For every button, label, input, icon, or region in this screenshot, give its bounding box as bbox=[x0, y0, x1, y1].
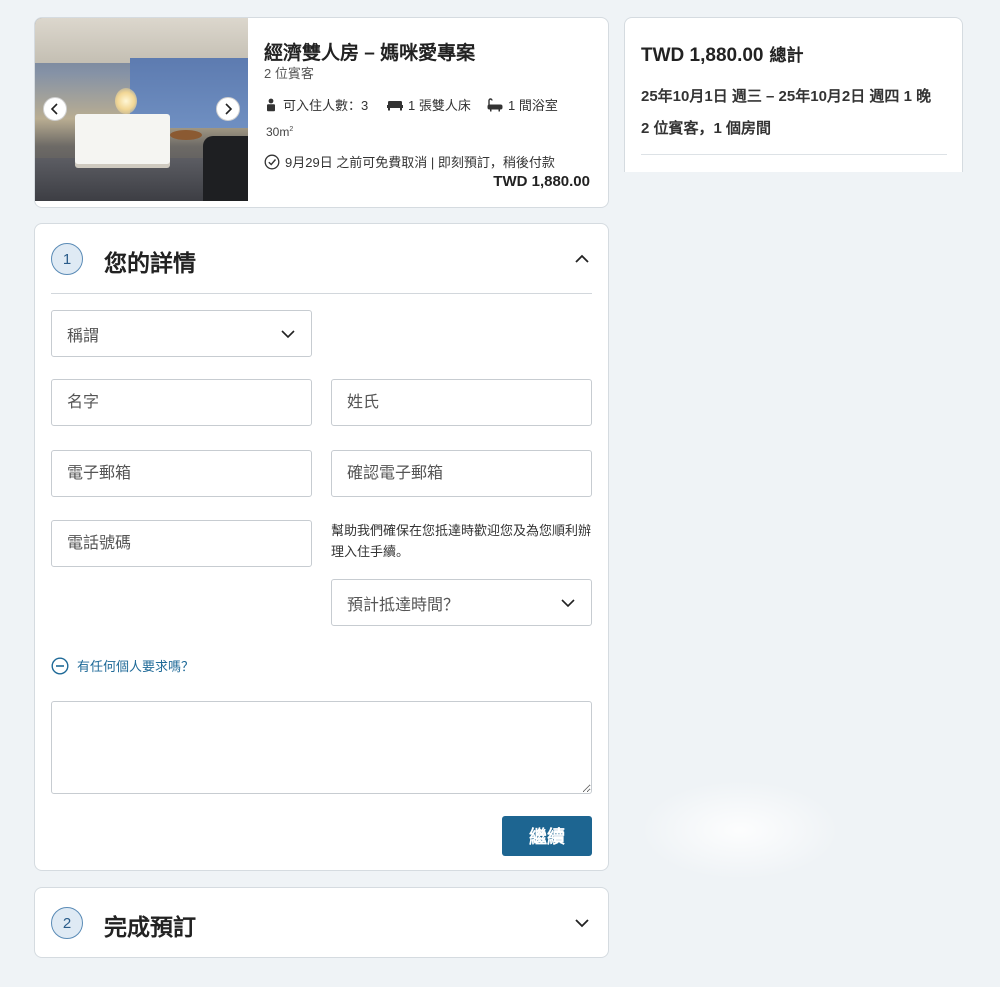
step2-title: 完成預訂 bbox=[104, 914, 196, 940]
chevron-down-icon bbox=[561, 598, 575, 607]
arrival-time-select[interactable]: 預計抵達時間？ bbox=[331, 579, 592, 626]
amenity-bed: 1 張雙人床 bbox=[387, 95, 471, 114]
step1-title: 您的詳情 bbox=[104, 250, 196, 276]
step1-divider bbox=[51, 293, 592, 294]
chevron-left-icon bbox=[50, 103, 58, 115]
room-card: 經濟雙人房 – 媽咪愛專案 2 位賓客 可入住人數：3 1 張雙人床 1 間浴室… bbox=[34, 17, 609, 208]
summary-dates: 25年10月1日 週三 – 25年10月2日 週四 1 晚 bbox=[641, 88, 932, 105]
first-name-input[interactable] bbox=[51, 379, 312, 426]
summary-total-price: TWD 1,880.00 bbox=[641, 45, 764, 66]
booking-summary: TWD 1,880.00 總計 25年10月1日 週三 – 25年10月2日 週四… bbox=[624, 17, 963, 172]
minus-circle-icon bbox=[51, 656, 69, 675]
summary-divider bbox=[641, 154, 947, 155]
summary-total-label: 總計 bbox=[769, 46, 804, 65]
summary-total: TWD 1,880.00 總計 bbox=[641, 41, 804, 67]
step-complete-booking[interactable]: 2 完成預訂 bbox=[34, 887, 609, 958]
cancellation-text: 9月29日 之前可免費取消 | 即刻預訂，稍後付款 bbox=[285, 155, 555, 170]
occupancy-label: 可入住人數：3 bbox=[283, 98, 369, 113]
bathtub-icon bbox=[487, 97, 503, 111]
chevron-down-icon[interactable] bbox=[573, 914, 591, 932]
arrival-help-text: 幫助我們確保在您抵達時歡迎您及為您順利辦理入住手續。 bbox=[331, 523, 592, 559]
special-request-textarea[interactable] bbox=[51, 701, 592, 794]
room-guests: 2 位賓客 bbox=[264, 66, 314, 81]
bed-label: 1 張雙人床 bbox=[408, 98, 471, 113]
step1-number-badge: 1 bbox=[51, 243, 83, 275]
bath-label: 1 間浴室 bbox=[508, 98, 558, 113]
room-size: 30m2 bbox=[266, 125, 294, 139]
phone-input[interactable] bbox=[51, 520, 312, 567]
last-name-input[interactable] bbox=[331, 379, 592, 426]
salutation-select[interactable]: 稱謂 bbox=[51, 310, 312, 357]
decorative-blur bbox=[640, 780, 840, 880]
amenity-occupancy: 可入住人數：3 bbox=[264, 95, 368, 114]
bed-icon bbox=[387, 100, 403, 110]
cancellation-policy: 9月29日 之前可免費取消 | 即刻預訂，稍後付款 bbox=[264, 152, 555, 171]
email-confirm-input[interactable] bbox=[331, 450, 592, 497]
chevron-up-icon[interactable] bbox=[573, 250, 591, 268]
photo-next-button[interactable] bbox=[216, 97, 240, 121]
amenity-bath: 1 間浴室 bbox=[487, 95, 558, 114]
arrival-time-placeholder: 預計抵達時間？ bbox=[347, 596, 460, 614]
check-circle-icon bbox=[264, 154, 280, 169]
special-request-toggle[interactable]: 有任何個人要求嗎？ bbox=[51, 656, 194, 675]
person-icon bbox=[267, 98, 275, 111]
continue-button[interactable]: 繼續 bbox=[502, 816, 592, 856]
email-input[interactable] bbox=[51, 450, 312, 497]
special-request-label: 有任何個人要求嗎？ bbox=[77, 659, 195, 674]
summary-rooms: 2 位賓客，1 個房間 bbox=[641, 120, 772, 137]
photo-prev-button[interactable] bbox=[43, 97, 67, 121]
salutation-placeholder: 稱謂 bbox=[67, 327, 100, 345]
room-price: TWD 1,880.00 bbox=[493, 173, 590, 190]
room-title: 經濟雙人房 – 媽咪愛專案 bbox=[264, 43, 476, 64]
chevron-right-icon bbox=[225, 103, 233, 115]
step2-number-badge: 2 bbox=[51, 907, 83, 939]
chevron-down-icon bbox=[281, 329, 295, 338]
step-your-details: 1 您的詳情 稱謂 幫助我們確保在您抵達時歡迎您及為您順利辦理入住手續。 預計抵… bbox=[34, 223, 609, 871]
